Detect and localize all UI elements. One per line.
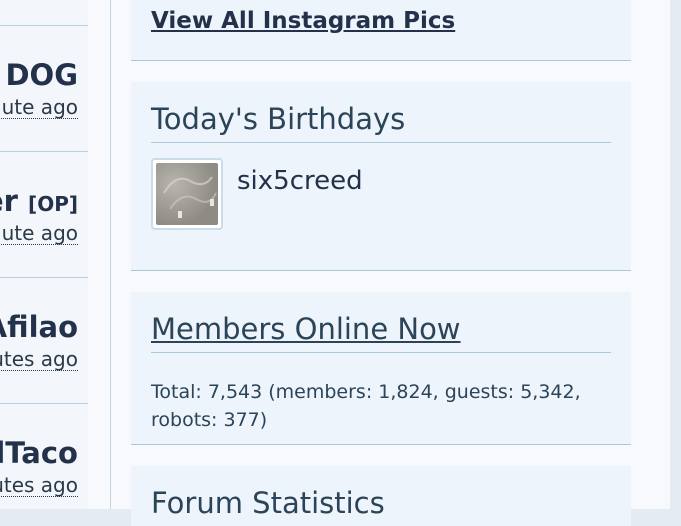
page-edge (670, 0, 681, 509)
forum-statistics-panel: Forum Statistics (131, 466, 631, 526)
post-author[interactable]: D DOG (0, 58, 78, 92)
recent-posts-column: D DOG nute ago er [OP] nute ago Afilao u… (0, 0, 88, 509)
birthdays-panel: Today's Birthdays six5creed (131, 82, 631, 271)
post-author[interactable]: Afilao (0, 310, 78, 344)
recent-post-item[interactable]: D DOG nute ago (0, 25, 88, 152)
post-author[interactable]: dTaco (0, 436, 78, 470)
members-online-summary: Total: 7,543 (members: 1,824, guests: 5,… (151, 381, 581, 431)
birthdays-title: Today's Birthdays (151, 102, 611, 143)
post-time: utes ago (0, 474, 78, 497)
members-online-panel: Members Online Now Total: 7,543 (members… (131, 292, 631, 445)
column-gutter (88, 0, 110, 509)
avatar[interactable] (151, 158, 223, 230)
post-time: nute ago (0, 222, 78, 245)
instagram-panel: View All Instagram Pics (131, 0, 631, 61)
op-badge: [OP] (28, 192, 78, 216)
recent-post-item[interactable]: er [OP] nute ago (0, 151, 88, 278)
post-time: utes ago (0, 348, 78, 371)
avatar-image (156, 163, 218, 225)
post-author[interactable]: er [OP] (0, 184, 78, 218)
recent-post-item[interactable]: Afilao utes ago (0, 277, 88, 404)
view-all-instagram-link[interactable]: View All Instagram Pics (151, 8, 455, 34)
members-online-title[interactable]: Members Online Now (151, 312, 611, 353)
recent-post-item[interactable]: dTaco utes ago (0, 403, 88, 509)
forum-statistics-title: Forum Statistics (151, 486, 385, 520)
post-time: nute ago (0, 96, 78, 119)
birthday-member-link[interactable]: six5creed (237, 166, 363, 196)
post-author-name[interactable]: er (0, 184, 18, 218)
